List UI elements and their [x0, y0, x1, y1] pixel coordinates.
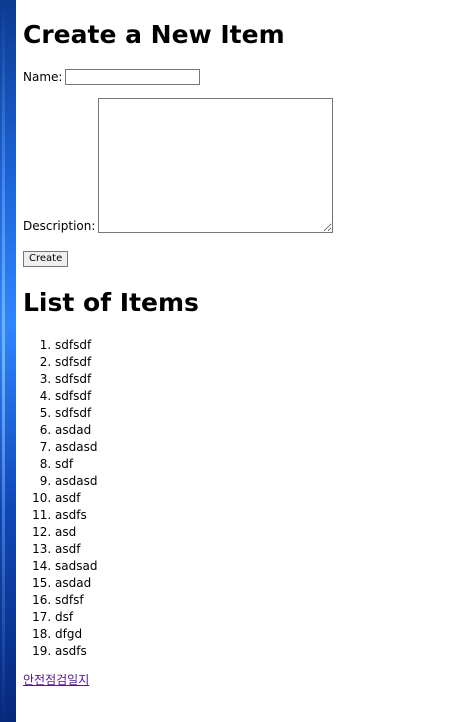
list-item: sadsad — [55, 558, 97, 575]
name-field-row: Name: — [23, 68, 201, 86]
list-item: asdasd — [55, 439, 97, 456]
list-item: sdfsdf — [55, 405, 97, 422]
list-item: sdfsdf — [55, 388, 97, 405]
description-label: Description: — [23, 219, 96, 233]
list-of-items-heading: List of Items — [23, 288, 199, 317]
list-item: asdfs — [55, 507, 97, 524]
list-item: sdfsdf — [55, 354, 97, 371]
desktop-background-strip — [0, 0, 16, 722]
list-item: sdfsf — [55, 592, 97, 609]
list-item: dsf — [55, 609, 97, 626]
create-button[interactable]: Create — [23, 251, 69, 267]
name-label: Name: — [23, 70, 63, 84]
description-field-row: Description: — [23, 98, 334, 233]
list-item: sdfsdf — [55, 371, 97, 388]
name-input[interactable] — [65, 69, 201, 85]
list-item: asdad — [55, 422, 97, 439]
list-item: asdad — [55, 575, 97, 592]
create-item-heading: Create a New Item — [23, 20, 285, 49]
list-item: asd — [55, 524, 97, 541]
browser-page: Create a New Item Name: Description: Cre… — [16, 0, 449, 722]
list-item: asdf — [55, 490, 97, 507]
list-item: asdfs — [55, 643, 97, 660]
list-item: sdf — [55, 456, 97, 473]
list-item: dfgd — [55, 626, 97, 643]
list-item: asdasd — [55, 473, 97, 490]
list-item: sdfsdf — [55, 337, 97, 354]
description-textarea[interactable] — [98, 98, 334, 233]
safety-inspection-log-link[interactable]: 안전점검일지 — [23, 671, 89, 688]
items-list: sdfsdf sdfsdf sdfsdf sdfsdf sdfsdf asdad… — [23, 337, 97, 660]
list-item: asdf — [55, 541, 97, 558]
